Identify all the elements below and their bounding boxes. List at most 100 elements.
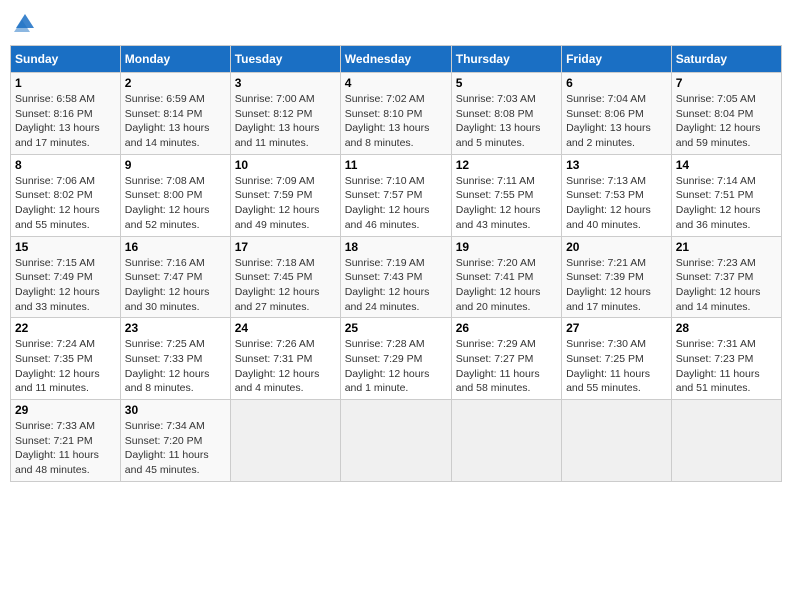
day-info: Sunrise: 7:23 AMSunset: 7:37 PMDaylight:… (676, 256, 777, 315)
day-cell: 28 Sunrise: 7:31 AMSunset: 7:23 PMDayligh… (671, 318, 781, 400)
day-info: Sunrise: 7:28 AMSunset: 7:29 PMDaylight:… (345, 337, 447, 396)
day-number: 1 (15, 76, 116, 90)
column-header-monday: Monday (120, 46, 230, 73)
column-header-tuesday: Tuesday (230, 46, 340, 73)
week-row-3: 15Sunrise: 7:15 AMSunset: 7:49 PMDayligh… (11, 236, 782, 318)
day-cell: 5 Sunrise: 7:03 AMSunset: 8:08 PMDaylight… (451, 73, 561, 155)
day-info: Sunrise: 6:58 AMSunset: 8:16 PMDaylight:… (15, 92, 116, 151)
day-info: Sunrise: 7:02 AMSunset: 8:10 PMDaylight:… (345, 92, 447, 151)
day-cell: 15Sunrise: 7:15 AMSunset: 7:49 PMDayligh… (11, 236, 121, 318)
day-cell: 7Sunrise: 7:05 AMSunset: 8:04 PMDaylight… (671, 73, 781, 155)
calendar-table: SundayMondayTuesdayWednesdayThursdayFrid… (10, 45, 782, 482)
day-cell: 4 Sunrise: 7:02 AMSunset: 8:10 PMDaylight… (340, 73, 451, 155)
day-cell (671, 400, 781, 482)
day-cell: 19 Sunrise: 7:20 AMSunset: 7:41 PMDayligh… (451, 236, 561, 318)
day-info: Sunrise: 7:13 AMSunset: 7:53 PMDaylight:… (566, 174, 667, 233)
column-header-sunday: Sunday (11, 46, 121, 73)
week-row-5: 29Sunrise: 7:33 AMSunset: 7:21 PMDayligh… (11, 400, 782, 482)
day-cell (340, 400, 451, 482)
day-number: 6 (566, 76, 667, 90)
day-number: 26 (456, 321, 557, 335)
day-number: 25 (345, 321, 447, 335)
day-number: 16 (125, 240, 226, 254)
day-cell: 25 Sunrise: 7:28 AMSunset: 7:29 PMDayligh… (340, 318, 451, 400)
day-cell: 12 Sunrise: 7:11 AMSunset: 7:55 PMDayligh… (451, 154, 561, 236)
day-number: 28 (676, 321, 777, 335)
day-number: 5 (456, 76, 557, 90)
day-info: Sunrise: 6:59 AMSunset: 8:14 PMDaylight:… (125, 92, 226, 151)
day-info: Sunrise: 7:05 AMSunset: 8:04 PMDaylight:… (676, 92, 777, 151)
day-info: Sunrise: 7:34 AMSunset: 7:20 PMDaylight:… (125, 419, 226, 478)
day-number: 14 (676, 158, 777, 172)
day-number: 13 (566, 158, 667, 172)
page-header (10, 10, 782, 37)
header-row: SundayMondayTuesdayWednesdayThursdayFrid… (11, 46, 782, 73)
logo (14, 10, 38, 37)
day-cell: 14Sunrise: 7:14 AMSunset: 7:51 PMDayligh… (671, 154, 781, 236)
day-number: 3 (235, 76, 336, 90)
day-info: Sunrise: 7:11 AMSunset: 7:55 PMDaylight:… (456, 174, 557, 233)
day-number: 22 (15, 321, 116, 335)
day-cell: 24 Sunrise: 7:26 AMSunset: 7:31 PMDayligh… (230, 318, 340, 400)
day-number: 24 (235, 321, 336, 335)
day-number: 12 (456, 158, 557, 172)
day-cell: 18Sunrise: 7:19 AMSunset: 7:43 PMDayligh… (340, 236, 451, 318)
day-info: Sunrise: 7:26 AMSunset: 7:31 PMDaylight:… (235, 337, 336, 396)
day-info: Sunrise: 7:08 AMSunset: 8:00 PMDaylight:… (125, 174, 226, 233)
day-info: Sunrise: 7:09 AMSunset: 7:59 PMDaylight:… (235, 174, 336, 233)
day-number: 30 (125, 403, 226, 417)
day-info: Sunrise: 7:04 AMSunset: 8:06 PMDaylight:… (566, 92, 667, 151)
day-info: Sunrise: 7:31 AMSunset: 7:23 PMDaylight:… (676, 337, 777, 396)
logo-icon (14, 10, 36, 32)
day-cell: 26Sunrise: 7:29 AMSunset: 7:27 PMDayligh… (451, 318, 561, 400)
day-number: 4 (345, 76, 447, 90)
day-info: Sunrise: 7:03 AMSunset: 8:08 PMDaylight:… (456, 92, 557, 151)
day-cell: 11 Sunrise: 7:10 AMSunset: 7:57 PMDayligh… (340, 154, 451, 236)
day-cell: 21 Sunrise: 7:23 AMSunset: 7:37 PMDayligh… (671, 236, 781, 318)
day-number: 27 (566, 321, 667, 335)
day-cell (451, 400, 561, 482)
day-cell: 29Sunrise: 7:33 AMSunset: 7:21 PMDayligh… (11, 400, 121, 482)
day-number: 21 (676, 240, 777, 254)
day-number: 15 (15, 240, 116, 254)
day-cell (562, 400, 672, 482)
day-cell: 23 Sunrise: 7:25 AMSunset: 7:33 PMDayligh… (120, 318, 230, 400)
day-number: 10 (235, 158, 336, 172)
week-row-4: 22 Sunrise: 7:24 AMSunset: 7:35 PMDayligh… (11, 318, 782, 400)
day-cell: 8 Sunrise: 7:06 AMSunset: 8:02 PMDaylight… (11, 154, 121, 236)
day-number: 2 (125, 76, 226, 90)
day-cell: 17Sunrise: 7:18 AMSunset: 7:45 PMDayligh… (230, 236, 340, 318)
day-number: 17 (235, 240, 336, 254)
column-header-saturday: Saturday (671, 46, 781, 73)
day-info: Sunrise: 7:30 AMSunset: 7:25 PMDaylight:… (566, 337, 667, 396)
day-cell: 16 Sunrise: 7:16 AMSunset: 7:47 PMDayligh… (120, 236, 230, 318)
day-cell: 9Sunrise: 7:08 AMSunset: 8:00 PMDaylight… (120, 154, 230, 236)
column-header-friday: Friday (562, 46, 672, 73)
day-cell: 22 Sunrise: 7:24 AMSunset: 7:35 PMDayligh… (11, 318, 121, 400)
day-cell: 13 Sunrise: 7:13 AMSunset: 7:53 PMDayligh… (562, 154, 672, 236)
day-number: 29 (15, 403, 116, 417)
day-cell: 6 Sunrise: 7:04 AMSunset: 8:06 PMDaylight… (562, 73, 672, 155)
day-info: Sunrise: 7:20 AMSunset: 7:41 PMDaylight:… (456, 256, 557, 315)
day-info: Sunrise: 7:10 AMSunset: 7:57 PMDaylight:… (345, 174, 447, 233)
day-number: 20 (566, 240, 667, 254)
week-row-2: 8 Sunrise: 7:06 AMSunset: 8:02 PMDaylight… (11, 154, 782, 236)
day-cell: 10 Sunrise: 7:09 AMSunset: 7:59 PMDayligh… (230, 154, 340, 236)
day-info: Sunrise: 7:16 AMSunset: 7:47 PMDaylight:… (125, 256, 226, 315)
day-info: Sunrise: 7:24 AMSunset: 7:35 PMDaylight:… (15, 337, 116, 396)
day-number: 11 (345, 158, 447, 172)
day-number: 19 (456, 240, 557, 254)
day-cell: 3 Sunrise: 7:00 AMSunset: 8:12 PMDaylight… (230, 73, 340, 155)
day-cell: 30 Sunrise: 7:34 AMSunset: 7:20 PMDayligh… (120, 400, 230, 482)
day-number: 8 (15, 158, 116, 172)
day-cell: 27 Sunrise: 7:30 AMSunset: 7:25 PMDayligh… (562, 318, 672, 400)
day-cell: 1 Sunrise: 6:58 AMSunset: 8:16 PMDaylight… (11, 73, 121, 155)
day-info: Sunrise: 7:25 AMSunset: 7:33 PMDaylight:… (125, 337, 226, 396)
day-cell: 20 Sunrise: 7:21 AMSunset: 7:39 PMDayligh… (562, 236, 672, 318)
day-info: Sunrise: 7:00 AMSunset: 8:12 PMDaylight:… (235, 92, 336, 151)
day-info: Sunrise: 7:21 AMSunset: 7:39 PMDaylight:… (566, 256, 667, 315)
day-info: Sunrise: 7:06 AMSunset: 8:02 PMDaylight:… (15, 174, 116, 233)
week-row-1: 1 Sunrise: 6:58 AMSunset: 8:16 PMDaylight… (11, 73, 782, 155)
day-number: 23 (125, 321, 226, 335)
day-info: Sunrise: 7:19 AMSunset: 7:43 PMDaylight:… (345, 256, 447, 315)
